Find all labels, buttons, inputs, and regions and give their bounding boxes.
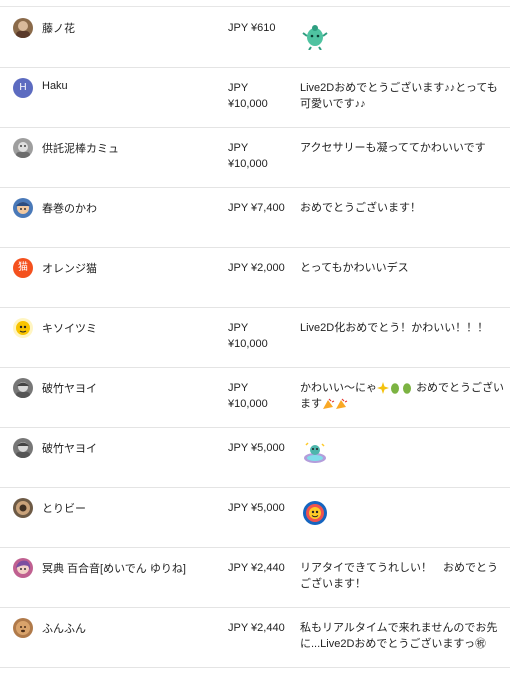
green-leaf-emoji-icon xyxy=(403,383,411,394)
donor-name: 藤ノ花 xyxy=(42,23,75,35)
list-item: 猫 オレンジ猫 JPY ¥2,000 とってもかわいいデス xyxy=(0,248,510,308)
donor-name: 供託泥棒カミュ xyxy=(42,143,119,155)
currency-code: JPY xyxy=(228,262,248,274)
donation-message: アクセサリーも凝っててかわいいです xyxy=(300,142,486,154)
donation-amount: JPY ¥2,440 xyxy=(228,560,290,576)
list-item: H Haku JPY ¥10,000 Live2Dおめでとうございます♪♪とっても… xyxy=(0,68,510,128)
currency-code: JPY xyxy=(228,142,249,154)
currency-code: JPY xyxy=(228,82,249,94)
user-photo-icon xyxy=(16,321,30,335)
list-item: 供託泥棒カミュ JPY ¥10,000 アクセサリーも凝っててかわいいです xyxy=(0,128,510,188)
donation-amount: JPY ¥5,000 xyxy=(228,500,290,516)
avatar[interactable] xyxy=(13,498,33,518)
avatar[interactable] xyxy=(13,18,33,38)
donation-amount: JPY ¥10,000 xyxy=(228,380,290,412)
avatar[interactable] xyxy=(13,318,33,338)
amount-value: ¥7,400 xyxy=(251,202,285,214)
round-badge-sticker-icon xyxy=(302,500,328,531)
avatar[interactable] xyxy=(13,198,33,218)
amount-value: ¥610 xyxy=(251,22,276,34)
donation-amount: JPY ¥2,000 xyxy=(228,260,290,276)
donor-name: オレンジ猫 xyxy=(42,263,97,275)
donor-name: Haku xyxy=(42,80,68,92)
donation-message: Live2D化おめでとう！かわいい！！！ xyxy=(300,322,489,334)
currency-code: JPY xyxy=(228,442,248,454)
list-item: 破竹ヤヨイ JPY ¥10,000 かわいい〜にゃ おめでとうございます xyxy=(0,368,510,428)
currency-code: JPY xyxy=(228,382,249,394)
green-leaf-emoji-icon xyxy=(391,383,399,394)
user-photo-icon xyxy=(16,560,31,574)
donor-name: 冥典 百合音[めいでん ゆりね] xyxy=(42,563,186,575)
avatar-letter: H xyxy=(19,82,27,93)
user-photo-icon xyxy=(16,202,30,214)
donor-name: 破竹ヤヨイ xyxy=(42,383,97,395)
currency-code: JPY xyxy=(228,622,248,634)
avatar[interactable] xyxy=(13,618,33,638)
currency-code: JPY xyxy=(228,322,249,334)
amount-value: ¥2,000 xyxy=(251,262,285,274)
party-popper-emoji-icon xyxy=(323,398,335,410)
user-photo-icon xyxy=(16,442,30,458)
amount-value: ¥10,000 xyxy=(228,158,268,170)
user-photo-icon xyxy=(16,621,30,635)
list-item: ふんふん JPY ¥2,440 私もリアルタイムで来れませんのでお先に...Li… xyxy=(0,608,510,668)
donation-amount: JPY ¥5,000 xyxy=(228,440,290,456)
top-divider xyxy=(0,6,510,7)
sparkle-emoji-icon xyxy=(377,382,389,395)
currency-code: JPY xyxy=(228,562,248,574)
list-item: 春巻のかわ JPY ¥7,400 おめでとうございます！ xyxy=(0,188,510,248)
list-item: 破竹ヤヨイ JPY ¥5,000 xyxy=(0,428,510,488)
donation-amount: JPY ¥7,400 xyxy=(228,200,290,216)
amount-value: ¥2,440 xyxy=(251,562,285,574)
amount-value: ¥5,000 xyxy=(251,442,285,454)
list-item: とりビー JPY ¥5,000 xyxy=(0,488,510,548)
donation-message: おめでとうございます！ xyxy=(300,202,421,214)
donor-name: キソイツミ xyxy=(42,323,97,335)
currency-code: JPY xyxy=(228,202,248,214)
donor-name: 春巻のかわ xyxy=(42,203,97,215)
superchat-list: 藤ノ花 JPY ¥610 H Haku JPY ¥10,000 Live2Dおめで… xyxy=(0,8,510,668)
donor-name: ふんふん xyxy=(42,623,86,635)
avatar[interactable] xyxy=(13,138,33,158)
list-item: キソイツミ JPY ¥10,000 Live2D化おめでとう！かわいい！！！ xyxy=(0,308,510,368)
user-photo-icon xyxy=(16,21,30,38)
avatar[interactable]: H xyxy=(13,78,33,98)
donation-amount: JPY ¥10,000 xyxy=(228,80,290,112)
donation-message: かわいい〜にゃ おめでとうございます xyxy=(300,380,505,412)
donation-message: 私もリアルタイムで来れませんのでお先に...Live2Dおめでとうございますっ㊗ xyxy=(300,622,498,650)
avatar[interactable]: 猫 xyxy=(13,258,33,278)
avatar[interactable] xyxy=(13,378,33,398)
donation-message: とってもかわいいデス xyxy=(300,262,409,274)
rainbow-sticker-icon xyxy=(302,440,328,471)
donor-name: とりビー xyxy=(42,503,86,515)
list-item: 冥典 百合音[めいでん ゆりね] JPY ¥2,440 リアタイできてうれしい！… xyxy=(0,548,510,608)
amount-value: ¥10,000 xyxy=(228,98,268,110)
amount-value: ¥10,000 xyxy=(228,398,268,410)
user-photo-icon xyxy=(16,142,30,158)
donation-amount: JPY ¥10,000 xyxy=(228,140,290,172)
user-photo-icon xyxy=(16,501,30,515)
message-text: かわいい〜にゃ xyxy=(300,382,377,394)
currency-code: JPY xyxy=(228,22,248,34)
avatar[interactable] xyxy=(13,438,33,458)
avatar[interactable] xyxy=(13,558,33,578)
donation-amount: JPY ¥610 xyxy=(228,20,290,36)
user-photo-icon xyxy=(16,382,30,398)
list-item: 藤ノ花 JPY ¥610 xyxy=(0,8,510,68)
donation-message: リアタイできてうれしい！ おめでとうございます！ xyxy=(300,562,498,590)
amount-value: ¥2,440 xyxy=(251,622,285,634)
donation-message: Live2Dおめでとうございます♪♪とっても可愛いです♪♪ xyxy=(300,82,498,110)
amount-value: ¥5,000 xyxy=(251,502,285,514)
donation-amount: JPY ¥2,440 xyxy=(228,620,290,636)
party-popper-emoji-icon xyxy=(336,398,348,410)
currency-code: JPY xyxy=(228,502,248,514)
avatar-letter: 猫 xyxy=(18,262,28,273)
donation-amount: JPY ¥10,000 xyxy=(228,320,290,352)
green-creature-sticker-icon xyxy=(302,20,328,55)
amount-value: ¥10,000 xyxy=(228,338,268,350)
donor-name: 破竹ヤヨイ xyxy=(42,443,97,455)
